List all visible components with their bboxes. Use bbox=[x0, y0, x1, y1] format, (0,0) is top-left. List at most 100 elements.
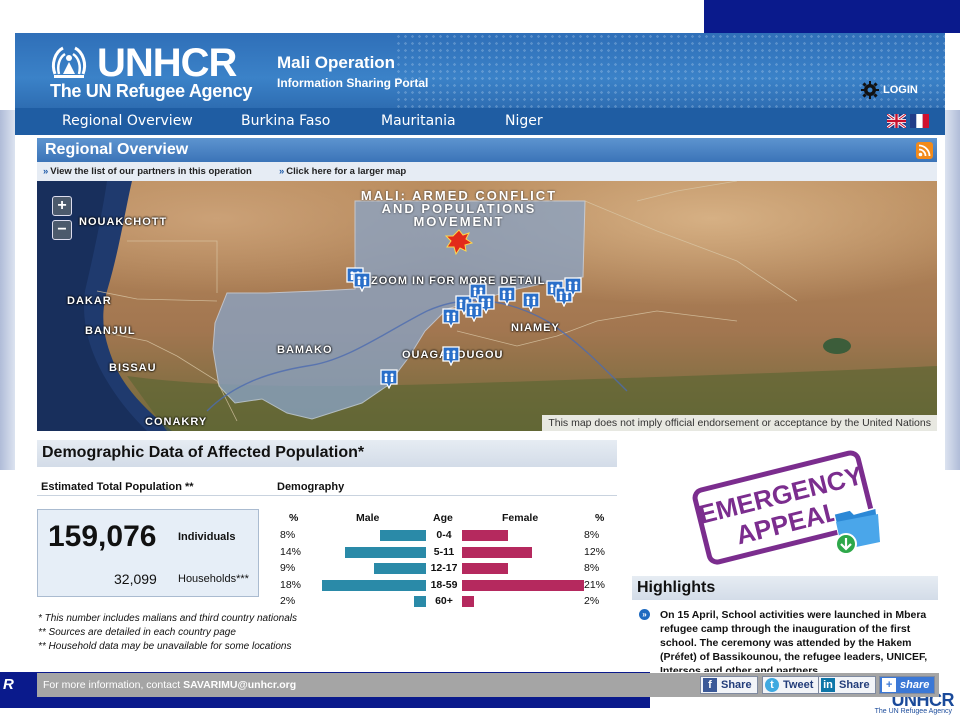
age-cell: 0-4 bbox=[436, 529, 452, 541]
login-button[interactable]: LOGIN bbox=[861, 81, 918, 99]
header-male-pct: % bbox=[289, 512, 299, 524]
footnote-2: ** Sources are detailed in each country … bbox=[38, 627, 236, 638]
regional-map[interactable]: MALI: ARMED CONFLICT AND POPULATIONS MOV… bbox=[37, 181, 937, 431]
header-male: Male bbox=[356, 512, 380, 524]
twitter-icon: t bbox=[765, 678, 779, 692]
camp-pin-icon[interactable] bbox=[564, 277, 582, 297]
login-label: LOGIN bbox=[883, 84, 918, 96]
map-title: MALI: ARMED CONFLICT AND POPULATIONS MOV… bbox=[360, 188, 558, 229]
highlight-item[interactable]: On 15 April, School activities were laun… bbox=[660, 608, 940, 672]
nav-mauritania[interactable]: Mauritania bbox=[381, 113, 456, 129]
nav-niger[interactable]: Niger bbox=[505, 113, 543, 129]
female-pct-cell: 21% bbox=[584, 578, 606, 591]
footnote-1: * This number includes malians and third… bbox=[38, 613, 298, 624]
chevron-right-icon: » bbox=[639, 609, 650, 620]
unhcr-emblem-icon bbox=[51, 46, 87, 78]
linkedin-icon: in bbox=[821, 678, 835, 692]
highlights-title-bar: Highlights bbox=[632, 576, 938, 600]
map-city-nouakchott: NOUAKCHOTT bbox=[79, 216, 168, 228]
male-bar bbox=[321, 579, 426, 591]
map-links-bar: » View the list of our partners in this o… bbox=[37, 162, 937, 182]
female-pct-cell: 8% bbox=[584, 529, 600, 541]
camp-pin-icon[interactable] bbox=[442, 346, 460, 366]
other-share-button[interactable]: + share bbox=[879, 676, 936, 694]
camp-pin-icon[interactable] bbox=[353, 272, 371, 292]
male-bar bbox=[379, 530, 426, 541]
age-cell: 60+ bbox=[435, 595, 453, 607]
zoom-hint-label: ZOOM IN FOR MORE DETAIL bbox=[371, 275, 546, 287]
nav-regional-overview[interactable]: Regional Overview bbox=[62, 113, 193, 129]
camp-pin-icon[interactable] bbox=[498, 286, 516, 306]
male-bar bbox=[414, 596, 426, 607]
map-city-conakry: CONAKRY bbox=[145, 416, 208, 428]
male-pct-cell: 2% bbox=[280, 595, 296, 607]
footnote-3: ** Household data may be unavailable for… bbox=[38, 641, 292, 652]
age-cell: 12-17 bbox=[430, 562, 458, 574]
households-value: 32,099 bbox=[114, 571, 157, 587]
larger-map-link[interactable]: » Click here for a larger map bbox=[279, 166, 406, 177]
slide-side-bar-right bbox=[945, 110, 960, 470]
female-bar bbox=[462, 563, 509, 574]
unhcr-tagline: The UN Refugee Agency bbox=[50, 81, 253, 101]
france-flag-icon[interactable] bbox=[910, 114, 929, 128]
age-cell: 5-11 bbox=[433, 545, 455, 558]
site-header: UNHCR The UN Refugee Agency Mali Operati… bbox=[15, 33, 945, 108]
language-flags bbox=[887, 114, 929, 128]
zoom-out-button[interactable]: − bbox=[52, 220, 72, 240]
female-bar bbox=[462, 530, 509, 541]
header-female: Female bbox=[502, 512, 539, 524]
double-arrow-icon: » bbox=[43, 166, 49, 177]
population-summary-box: 159,076 Individuals 32,099 Households*** bbox=[37, 509, 259, 597]
header-female-pct: % bbox=[595, 512, 605, 524]
demography-label: Demography bbox=[277, 481, 345, 493]
camp-pin-icon[interactable] bbox=[380, 369, 398, 389]
female-pct-cell: 12% bbox=[584, 545, 606, 558]
individuals-value: 159,076 bbox=[48, 520, 157, 553]
female-bar bbox=[462, 596, 474, 607]
operation-title: Mali Operation bbox=[277, 53, 396, 72]
section-title: Regional Overview bbox=[45, 141, 189, 158]
demographics-title: Demographic Data of Affected Population* bbox=[42, 444, 365, 461]
double-arrow-icon: » bbox=[279, 166, 285, 177]
linkedin-share-button[interactable]: in Share bbox=[818, 676, 876, 694]
male-bar bbox=[373, 563, 426, 574]
unhcr-logo-text[interactable]: UNHCR bbox=[97, 43, 237, 83]
facebook-share-button[interactable]: f Share bbox=[700, 676, 758, 694]
male-pct-cell: 8% bbox=[280, 529, 296, 541]
map-city-dakar: DAKAR bbox=[67, 295, 112, 307]
facebook-icon: f bbox=[703, 678, 717, 692]
demographics-title-bar: Demographic Data of Affected Population* bbox=[37, 440, 617, 467]
rss-icon[interactable] bbox=[916, 142, 933, 159]
plus-icon: + bbox=[882, 678, 896, 692]
map-city-banjul: BANJUL bbox=[85, 325, 136, 337]
uk-flag-icon[interactable] bbox=[887, 114, 906, 128]
estimated-population-label: Estimated Total Population ** bbox=[41, 481, 194, 493]
map-city-niamey: NIAMEY bbox=[511, 322, 560, 334]
zoom-in-button[interactable]: + bbox=[52, 196, 72, 216]
households-label: Households*** bbox=[178, 573, 249, 585]
twitter-tweet-button[interactable]: t Tweet bbox=[762, 676, 820, 694]
map-disclaimer: This map does not imply official endorse… bbox=[542, 415, 937, 431]
male-bar bbox=[344, 546, 426, 558]
female-pct-cell: 2% bbox=[584, 595, 600, 607]
slide-top-bar bbox=[704, 0, 960, 33]
emergency-appeal-banner[interactable]: EMERGENCY APPEAL bbox=[686, 448, 886, 568]
slide-corner-letter: R bbox=[3, 676, 14, 693]
footer-contact: For more information, contact SAVARIMU@u… bbox=[43, 679, 297, 691]
operation-subtitle: Information Sharing Portal bbox=[277, 76, 429, 90]
female-bar bbox=[462, 579, 584, 591]
camp-pin-icon[interactable] bbox=[465, 302, 483, 322]
folder-download-icon bbox=[833, 507, 881, 555]
page-footer: For more information, contact SAVARIMU@u… bbox=[37, 673, 939, 697]
female-pct-cell: 8% bbox=[584, 562, 600, 574]
partners-link[interactable]: » View the list of our partners in this o… bbox=[43, 166, 252, 177]
male-pct-cell: 18% bbox=[280, 578, 302, 591]
divider bbox=[37, 495, 617, 496]
gear-icon bbox=[861, 81, 879, 99]
contact-email-link[interactable]: SAVARIMU@unhcr.org bbox=[183, 679, 296, 691]
regional-overview-bar: Regional Overview bbox=[37, 138, 937, 162]
nav-burkina-faso[interactable]: Burkina Faso bbox=[241, 113, 330, 129]
camp-pin-icon[interactable] bbox=[522, 292, 540, 312]
header-age: Age bbox=[433, 512, 453, 524]
slide-unhcr-logo-sub: The UN Refugee Agency bbox=[874, 708, 952, 715]
